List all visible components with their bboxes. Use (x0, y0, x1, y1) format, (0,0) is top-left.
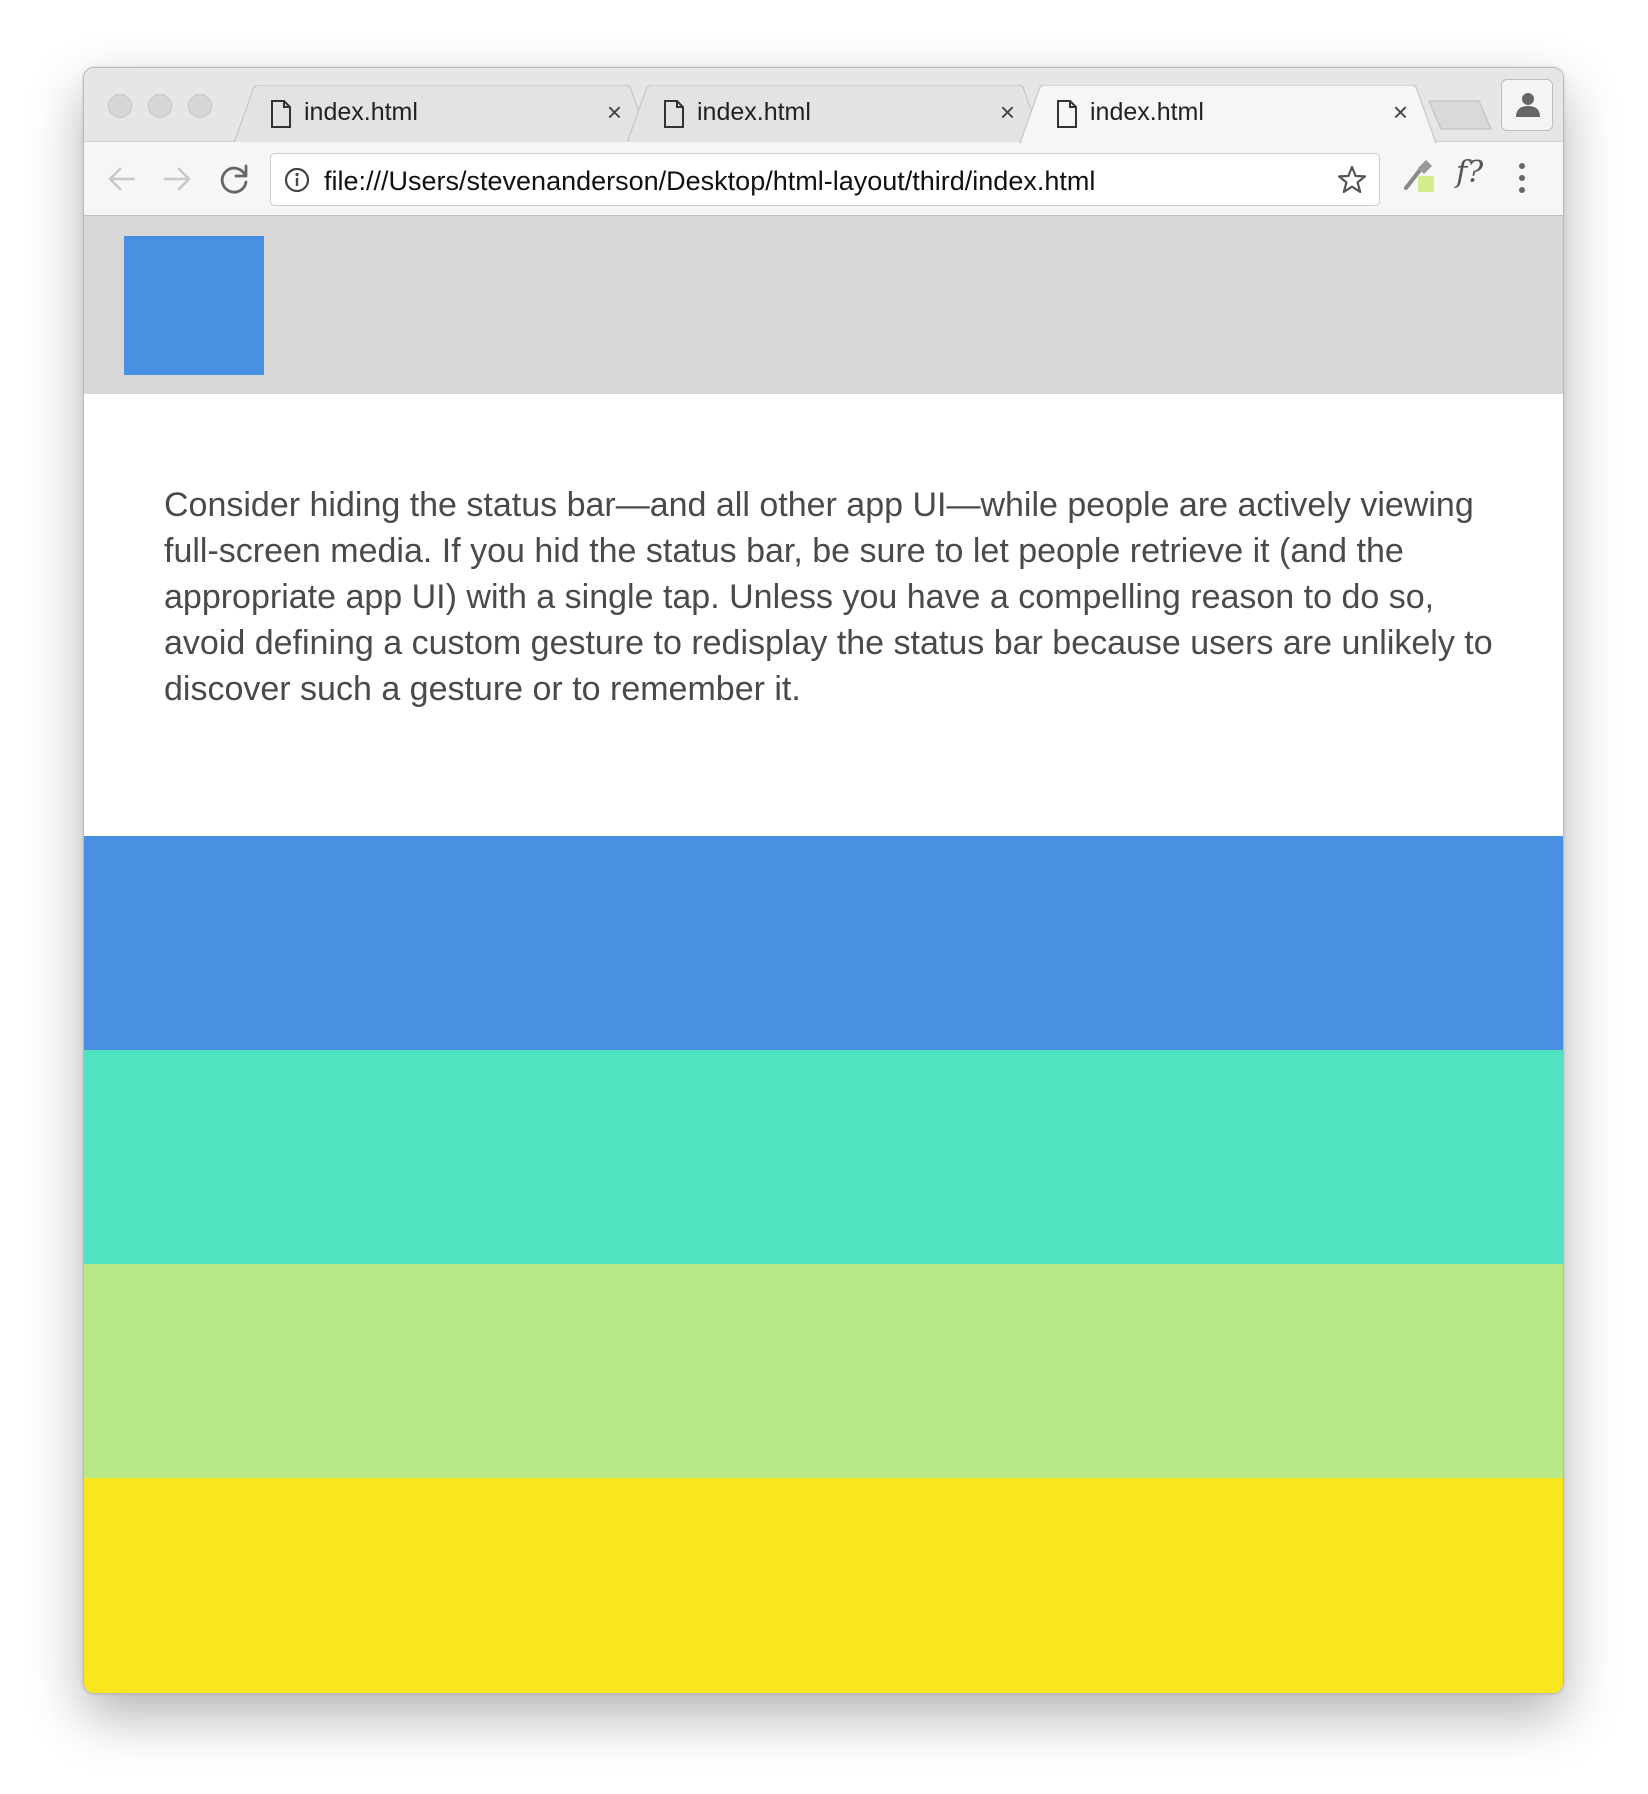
close-tab-icon[interactable]: × (607, 97, 622, 127)
forward-arrow-icon[interactable] (159, 161, 195, 197)
tab-shape (233, 85, 651, 143)
profile-button[interactable] (1501, 79, 1553, 131)
document-icon (271, 100, 291, 128)
more-vert-icon[interactable] (1516, 161, 1528, 195)
blue-band (84, 836, 1563, 1050)
close-tab-icon[interactable]: × (1000, 97, 1015, 127)
tab-1[interactable]: index.html × (232, 85, 652, 143)
yellow-band (84, 1478, 1563, 1693)
zoom-window-button[interactable] (188, 94, 212, 118)
browser-toolbar: file:///Users/stevenanderson/Desktop/htm… (84, 142, 1563, 216)
body-paragraph: Consider hiding the status bar—and all o… (164, 486, 1493, 708)
close-window-button[interactable] (108, 94, 132, 118)
tab-strip: index.html × index.html × index.html × (84, 68, 1563, 143)
minimize-window-button[interactable] (148, 94, 172, 118)
tab-title: index.html (697, 98, 811, 126)
close-tab-icon[interactable]: × (1393, 97, 1408, 127)
browser-window: index.html × index.html × index.html × f… (83, 67, 1564, 1694)
logo-box (124, 236, 264, 375)
content-section: Consider hiding the status bar—and all o… (84, 394, 1563, 836)
page-header (84, 216, 1563, 394)
tab-2[interactable]: index.html × (625, 85, 1045, 143)
address-bar[interactable]: file:///Users/stevenanderson/Desktop/htm… (270, 153, 1380, 206)
tab-title: index.html (1090, 98, 1204, 126)
font-extension-icon[interactable]: f? (1456, 155, 1483, 190)
info-icon[interactable] (284, 167, 310, 193)
tab-3-active[interactable]: index.html × (1018, 85, 1438, 143)
document-icon (664, 100, 684, 128)
url-text[interactable]: file:///Users/stevenanderson/Desktop/htm… (324, 166, 1095, 197)
teal-band (84, 1050, 1563, 1264)
document-icon (1057, 100, 1077, 128)
reload-icon[interactable] (216, 161, 252, 197)
tab-shape (626, 85, 1044, 143)
eyedropper-extension-icon[interactable] (1400, 156, 1440, 196)
green-band (84, 1264, 1563, 1478)
bookmark-star-icon[interactable] (1337, 165, 1367, 195)
person-icon (1516, 93, 1540, 117)
tab-title: index.html (304, 98, 418, 126)
tab-shape (1019, 85, 1437, 143)
page-viewport: Consider hiding the status bar—and all o… (84, 216, 1563, 1693)
back-arrow-icon[interactable] (104, 161, 140, 197)
